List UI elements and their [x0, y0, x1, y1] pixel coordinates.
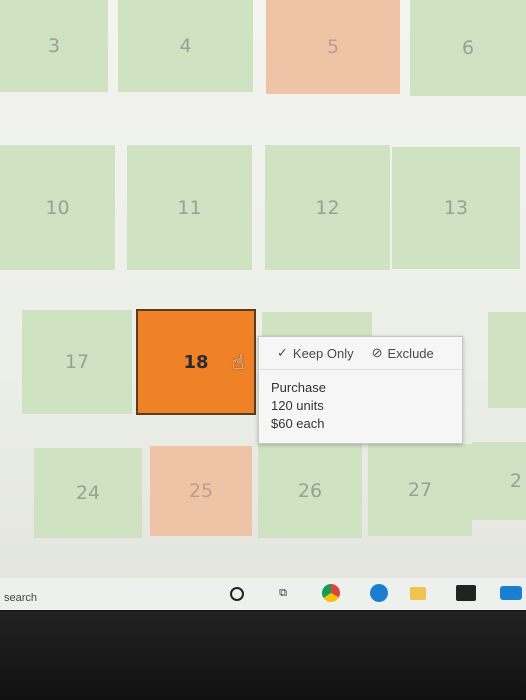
- calendar-day-20-partial[interactable]: [488, 312, 526, 408]
- day-number: 5: [326, 36, 340, 58]
- calendar-day-24[interactable]: 24: [34, 448, 142, 538]
- calendar-day-13[interactable]: 13: [392, 147, 520, 269]
- calendar-day-3[interactable]: 3: [0, 0, 108, 92]
- check-icon: ✓: [277, 345, 288, 360]
- day-number: 18: [183, 351, 209, 373]
- screen: 3 4 5 6 10 11 12 13 17 18 24 25 26 27 2: [0, 0, 526, 610]
- calendar-day-26[interactable]: 26: [258, 444, 362, 538]
- cortana-icon[interactable]: [230, 587, 244, 601]
- day-number: 26: [297, 480, 323, 502]
- calendar-day-10[interactable]: 10: [0, 145, 115, 270]
- day-number: 13: [443, 197, 469, 219]
- keep-only-label: Keep Only: [292, 345, 354, 361]
- day-number: 24: [75, 482, 101, 504]
- day-number: 27: [407, 479, 433, 501]
- calendar-day-27[interactable]: 27: [368, 444, 472, 536]
- edge-icon[interactable]: [370, 584, 388, 602]
- task-view-icon[interactable]: ⧉: [274, 584, 292, 602]
- calendar-day-28-partial[interactable]: 2: [472, 442, 526, 520]
- day-number: 6: [461, 37, 475, 59]
- popup-actions: ✓ Keep Only ⊘ Exclude: [259, 337, 462, 370]
- taskbar-search[interactable]: search: [4, 592, 37, 604]
- mail-icon[interactable]: [500, 586, 522, 600]
- exclude-label: Exclude: [387, 345, 434, 361]
- calendar-day-5[interactable]: 5: [266, 0, 400, 94]
- popup-line-units: 120 units: [271, 398, 324, 413]
- day-number: 12: [315, 196, 340, 219]
- calendar-day-19-partial[interactable]: [262, 312, 372, 336]
- day-number: 2: [509, 470, 522, 492]
- keep-only-button[interactable]: ✓ Keep Only: [277, 345, 354, 361]
- chrome-icon[interactable]: [322, 584, 340, 602]
- calendar-day-11[interactable]: 11: [127, 145, 252, 270]
- monitor-bezel: [0, 612, 526, 700]
- exclude-button[interactable]: ⊘ Exclude: [372, 345, 434, 361]
- windows-taskbar: search ⧉: [0, 578, 526, 610]
- day-number: 10: [45, 196, 70, 219]
- day-number: 11: [177, 196, 202, 219]
- calendar-day-17[interactable]: 17: [22, 310, 132, 414]
- store-icon[interactable]: [456, 585, 476, 601]
- file-explorer-icon[interactable]: [410, 587, 426, 600]
- popup-details: Purchase 120 units $60 each: [271, 379, 326, 433]
- day-number: 25: [188, 480, 214, 502]
- calendar-day-25[interactable]: 25: [150, 446, 252, 536]
- popup-line-purchase: Purchase: [271, 380, 326, 395]
- selection-popup: ✓ Keep Only ⊘ Exclude Purchase 120 units…: [258, 336, 463, 444]
- calendar-day-6[interactable]: 6: [410, 0, 526, 96]
- day-number: 3: [47, 35, 61, 57]
- calendar-day-4[interactable]: 4: [118, 0, 253, 92]
- day-number: 4: [179, 35, 192, 57]
- calendar-day-12[interactable]: 12: [265, 145, 390, 270]
- popup-line-price: $60 each: [271, 416, 325, 431]
- exclude-icon: ⊘: [371, 345, 383, 360]
- day-number: 17: [64, 351, 90, 373]
- hand-cursor-icon: ☝: [232, 350, 245, 374]
